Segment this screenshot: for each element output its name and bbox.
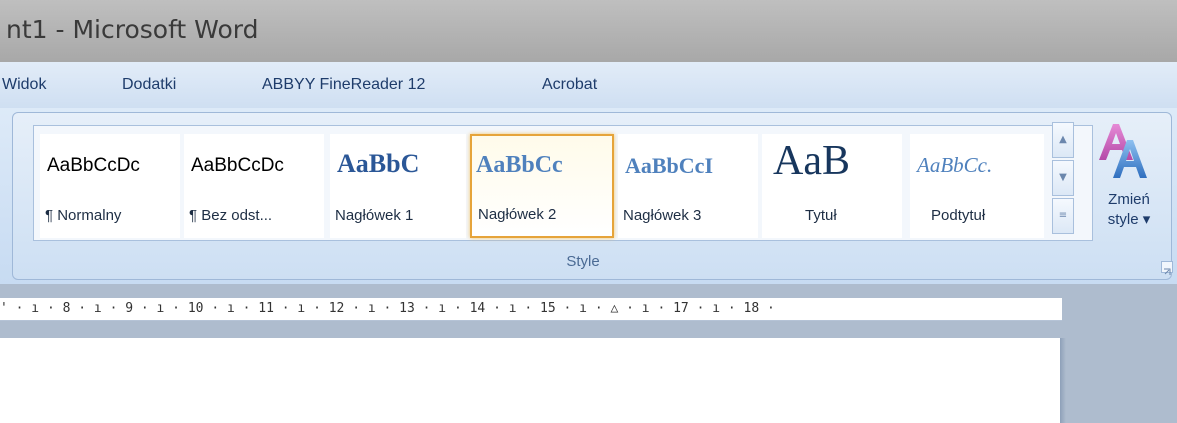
style-tile-normalny[interactable]: AaBbCcDc ¶ Normalny: [40, 134, 180, 238]
gallery-scroll-up-button[interactable]: ▲: [1052, 122, 1074, 158]
style-name: ¶ Bez odst...: [189, 207, 273, 224]
document-page[interactable]: [0, 338, 1060, 423]
ribbon-tab-bar: Widok Dodatki ABBYY FineReader 12 Acroba…: [0, 62, 1177, 108]
page-shadow: [1060, 338, 1066, 423]
style-tile-bez-odstepow[interactable]: AaBbCcDc ¶ Bez odst...: [184, 134, 324, 238]
style-tile-naglowek-3[interactable]: AaBbCcI Nagłówek 3: [618, 134, 758, 238]
tab-acrobat[interactable]: Acrobat: [542, 76, 597, 94]
style-tile-podtytul[interactable]: AaBbCc. Podtytuł: [910, 134, 1044, 238]
title-bar: nt1 - Microsoft Word: [0, 0, 1177, 62]
ribbon-panel: AaBbCcDc ¶ Normalny AaBbCcDc ¶ Bez odst.…: [0, 108, 1177, 284]
more-icon: ≡: [1058, 210, 1068, 221]
ruler-area: ' · ı · 8 · ı · 9 · ı · 10 · ı · 11 · ı …: [0, 284, 1177, 338]
horizontal-ruler[interactable]: ' · ı · 8 · ı · 9 · ı · 10 · ı · 11 · ı …: [0, 298, 1062, 321]
style-tile-naglowek-1[interactable]: AaBbC Nagłówek 1: [330, 134, 466, 238]
style-name: Nagłówek 1: [335, 207, 414, 224]
style-name: ¶ Normalny: [45, 207, 122, 224]
style-name: Nagłówek 3: [623, 207, 702, 224]
quick-styles-gallery: AaBbCcDc ¶ Normalny AaBbCcDc ¶ Bez odst.…: [33, 125, 1093, 241]
style-sample: AaBbC: [337, 149, 420, 178]
change-styles-line2: style ▾: [1107, 211, 1151, 228]
tab-abbyy-finereader[interactable]: ABBYY FineReader 12: [262, 76, 425, 94]
style-sample: AaBbCcI: [625, 153, 714, 178]
change-styles-line1: Zmień: [1108, 191, 1150, 208]
change-styles-button[interactable]: Zmień style ▾: [1085, 118, 1173, 278]
style-name: Tytuł: [805, 207, 837, 224]
gallery-more-button[interactable]: ≡: [1052, 198, 1074, 234]
window-title: nt1 - Microsoft Word: [6, 15, 259, 44]
style-tile-tytul[interactable]: AaB Tytuł: [762, 134, 902, 238]
tab-widok[interactable]: Widok: [2, 76, 46, 94]
style-name: Nagłówek 2: [478, 206, 557, 223]
change-styles-label: Zmień style ▾: [1085, 190, 1173, 230]
styles-group: AaBbCcDc ¶ Normalny AaBbCcDc ¶ Bez odst.…: [12, 112, 1173, 280]
styles-group-label: Style: [566, 253, 600, 270]
gallery-scroll-down-button[interactable]: ▼: [1052, 160, 1074, 196]
triangle-down-icon: ▼: [1059, 172, 1067, 183]
tab-dodatki[interactable]: Dodatki: [122, 76, 176, 94]
style-sample: AaBbCc: [476, 152, 563, 178]
triangle-up-icon: ▲: [1059, 134, 1067, 145]
gallery-scroll: ▲ ▼ ≡: [1052, 122, 1074, 238]
change-styles-icon: [1099, 124, 1147, 178]
style-name: Podtytuł: [931, 207, 986, 224]
ruler-ticks: ' · ı · 8 · ı · 9 · ı · 10 · ı · 11 · ı …: [0, 301, 775, 316]
style-sample: AaB: [773, 138, 850, 184]
style-tile-naglowek-2[interactable]: AaBbCc Nagłówek 2: [470, 134, 614, 238]
style-sample: AaBbCcDc: [191, 155, 284, 176]
style-sample: AaBbCcDc: [47, 155, 140, 176]
style-sample: AaBbCc.: [917, 153, 993, 177]
